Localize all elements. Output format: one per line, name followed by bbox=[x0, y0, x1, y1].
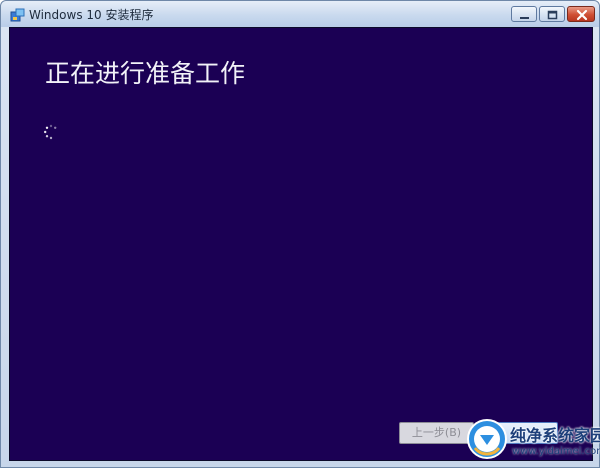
close-icon bbox=[576, 9, 588, 21]
setup-content-area: 正在进行准备工作 上一步(B) bbox=[9, 27, 593, 461]
setup-icon bbox=[10, 7, 25, 22]
watermark-site-name: 纯净系统家园 bbox=[510, 426, 600, 445]
maximize-button[interactable] bbox=[539, 6, 565, 22]
watermark-site-url: www.yidaimei.com bbox=[512, 446, 600, 457]
window-title: Windows 10 安装程序 bbox=[29, 8, 154, 22]
close-button[interactable] bbox=[567, 6, 595, 22]
page-title: 正在进行准备工作 bbox=[45, 59, 246, 88]
title-bar[interactable]: Windows 10 安装程序 bbox=[1, 1, 599, 27]
minimize-button[interactable] bbox=[511, 6, 537, 22]
loading-spinner-icon bbox=[43, 124, 59, 140]
minimize-icon bbox=[520, 17, 529, 19]
maximize-icon bbox=[547, 10, 558, 20]
site-logo-icon bbox=[466, 418, 508, 460]
setup-window: Windows 10 安装程序 正在进行准备工作 上一步(B) bbox=[0, 0, 600, 468]
back-button[interactable]: 上一步(B) bbox=[399, 422, 474, 444]
site-watermark: 纯净系统家园 www.yidaimei.com bbox=[466, 416, 600, 468]
